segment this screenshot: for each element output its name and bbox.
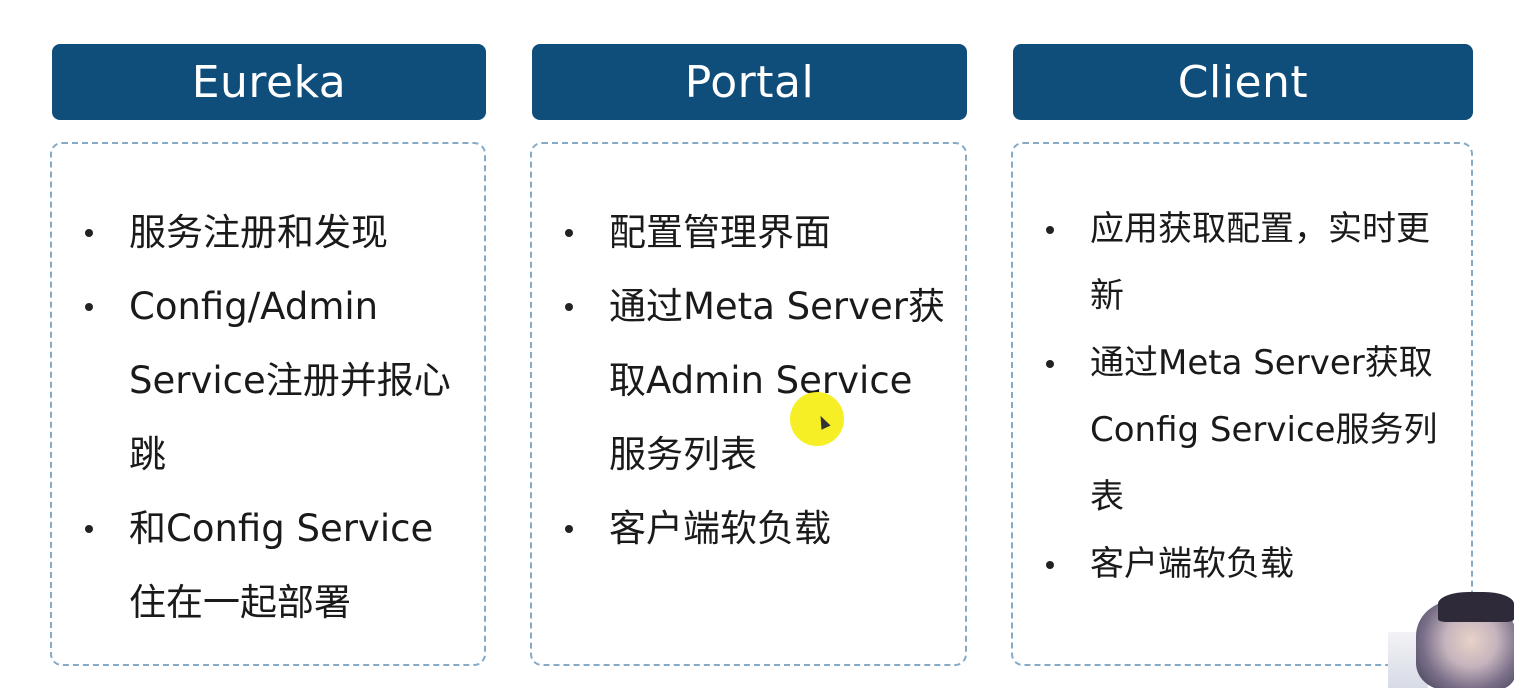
list-item: 配置管理界面 (532, 196, 967, 270)
list-item: 客户端软负载 (532, 492, 967, 566)
list-item: 服务注册和发现 (52, 196, 486, 270)
column-header-portal: Portal (532, 44, 967, 120)
bullet-text: 通过Meta Server获取Admin Service服务列表 (609, 285, 945, 476)
column-portal: Portal 配置管理界面 通过Meta Server获取Admin Servi… (530, 44, 967, 666)
bullet-dot-icon (85, 229, 93, 237)
list-item: 通过Meta Server获取Config Service服务列表 (1013, 330, 1473, 531)
bullet-text: 客户端软负载 (1090, 544, 1294, 584)
column-eureka: Eureka 服务注册和发现 Config/Admin Service注册并报心… (50, 44, 486, 666)
bullet-dot-icon (565, 229, 573, 237)
list-item: 应用获取配置，实时更新 (1013, 196, 1473, 330)
column-client: Client 应用获取配置，实时更新 通过Meta Server获取Config… (1011, 44, 1473, 666)
column-header-client: Client (1013, 44, 1473, 120)
list-item: 和Config Service住在一起部署 (52, 492, 486, 640)
column-header-eureka: Eureka (52, 44, 486, 120)
bullet-text: 应用获取配置，实时更新 (1090, 209, 1430, 316)
webcam-overlay (1388, 592, 1514, 688)
column-title: Eureka (191, 56, 347, 108)
presenter-hair-image (1438, 592, 1514, 622)
bullet-dot-icon (1046, 226, 1054, 234)
list-item: 客户端软负载 (1013, 531, 1473, 598)
bullet-dot-icon (1046, 561, 1054, 569)
bullet-dot-icon (85, 303, 93, 311)
column-title: Client (1177, 56, 1309, 108)
bullet-text: 通过Meta Server获取Config Service服务列表 (1090, 343, 1438, 517)
bullet-text: Config/Admin Service注册并报心跳 (129, 285, 451, 476)
bullet-text: 和Config Service住在一起部署 (129, 507, 434, 624)
slide: Eureka 服务注册和发现 Config/Admin Service注册并报心… (0, 0, 1514, 688)
list-item: Config/Admin Service注册并报心跳 (52, 270, 486, 492)
bullet-dot-icon (85, 525, 93, 533)
bullet-dot-icon (565, 525, 573, 533)
bullet-text: 客户端软负载 (609, 507, 831, 550)
bullet-list-eureka: 服务注册和发现 Config/Admin Service注册并报心跳 和Conf… (52, 196, 486, 640)
bullet-dot-icon (1046, 360, 1054, 368)
bullet-dot-icon (565, 303, 573, 311)
bullet-text: 服务注册和发现 (129, 211, 388, 254)
bullet-list-portal: 配置管理界面 通过Meta Server获取Admin Service服务列表 … (532, 196, 967, 566)
column-title: Portal (684, 56, 815, 108)
bullet-list-client: 应用获取配置，实时更新 通过Meta Server获取Config Servic… (1013, 196, 1473, 598)
bullet-text: 配置管理界面 (609, 211, 831, 254)
list-item: 通过Meta Server获取Admin Service服务列表 (532, 270, 967, 492)
